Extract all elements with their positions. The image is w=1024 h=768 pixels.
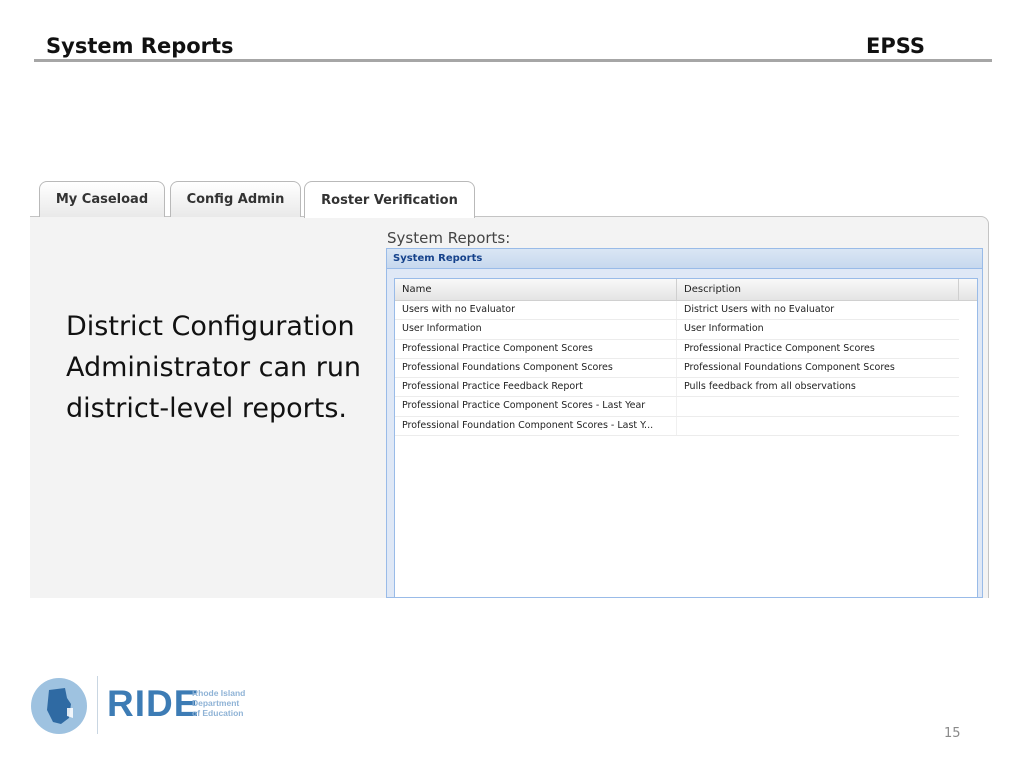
slide-tag: EPSS	[866, 34, 926, 58]
report-name: User Information	[395, 320, 677, 339]
ride-subtitle-line: Rhode Island	[192, 688, 246, 698]
slide-title: System Reports	[46, 34, 234, 58]
report-description: District Users with no Evaluator	[684, 304, 835, 315]
ride-subtitle-line: Department	[192, 698, 240, 708]
column-header-spacer	[959, 279, 977, 300]
table-row[interactable]: Users with no Evaluator District Users w…	[395, 301, 959, 321]
tab-roster-verification[interactable]: Roster Verification	[304, 181, 475, 218]
table-row[interactable]: Professional Practice Feedback Report Pu…	[395, 378, 959, 398]
tab-label: My Caseload	[55, 192, 149, 207]
report-description	[677, 417, 959, 435]
report-description: User Information	[684, 323, 764, 335]
tab-config-admin[interactable]: Config Admin	[170, 181, 301, 217]
reports-panel-title: System Reports	[387, 249, 982, 269]
tab-label: Roster Verification	[321, 192, 458, 208]
page-number: 15	[944, 726, 961, 741]
report-description: Professional Practice Component Scores	[684, 342, 875, 354]
tab-label: Config Admin	[186, 192, 285, 207]
tab-my-caseload[interactable]: My Caseload	[39, 181, 165, 217]
grid-header: Name Description	[395, 279, 977, 301]
ride-subtitle: Rhode Island Department of Education	[192, 688, 272, 718]
table-row[interactable]: Professional Foundations Component Score…	[395, 358, 959, 379]
ride-subtitle-line: of Education	[192, 708, 244, 718]
table-row[interactable]: User Information User Information	[395, 320, 959, 340]
table-row[interactable]: Professional Foundation Component Scores…	[395, 416, 959, 437]
header-rule	[34, 59, 992, 62]
report-description: Pulls feedback from all observations	[684, 381, 856, 393]
report-name: Professional Practice Component Scores	[395, 339, 677, 358]
column-header-name[interactable]: Name	[395, 279, 677, 300]
report-name: Professional Practice Component Scores -…	[395, 397, 677, 416]
reports-section-label: System Reports:	[387, 229, 511, 247]
column-header-description[interactable]: Description	[677, 279, 959, 300]
ride-logo-icon	[31, 678, 87, 734]
report-description	[677, 397, 959, 415]
callout-text: District Configuration Administrator can…	[66, 311, 362, 424]
report-description: Professional Foundations Component Score…	[684, 361, 895, 373]
report-name: Users with no Evaluator	[395, 301, 677, 320]
ride-wordmark: RIDE	[107, 683, 200, 724]
report-name: Professional Foundation Component Scores…	[395, 416, 677, 436]
logo-divider	[97, 676, 98, 734]
reports-grid: Name Description Users with no Evaluator…	[394, 278, 978, 598]
report-name: Professional Practice Feedback Report	[395, 378, 677, 397]
reports-panel: System Reports Name Description Users wi…	[386, 248, 983, 598]
table-row[interactable]: Professional Practice Component Scores P…	[395, 339, 959, 359]
table-row[interactable]: Professional Practice Component Scores -…	[395, 397, 959, 417]
report-name: Professional Foundations Component Score…	[395, 358, 677, 378]
